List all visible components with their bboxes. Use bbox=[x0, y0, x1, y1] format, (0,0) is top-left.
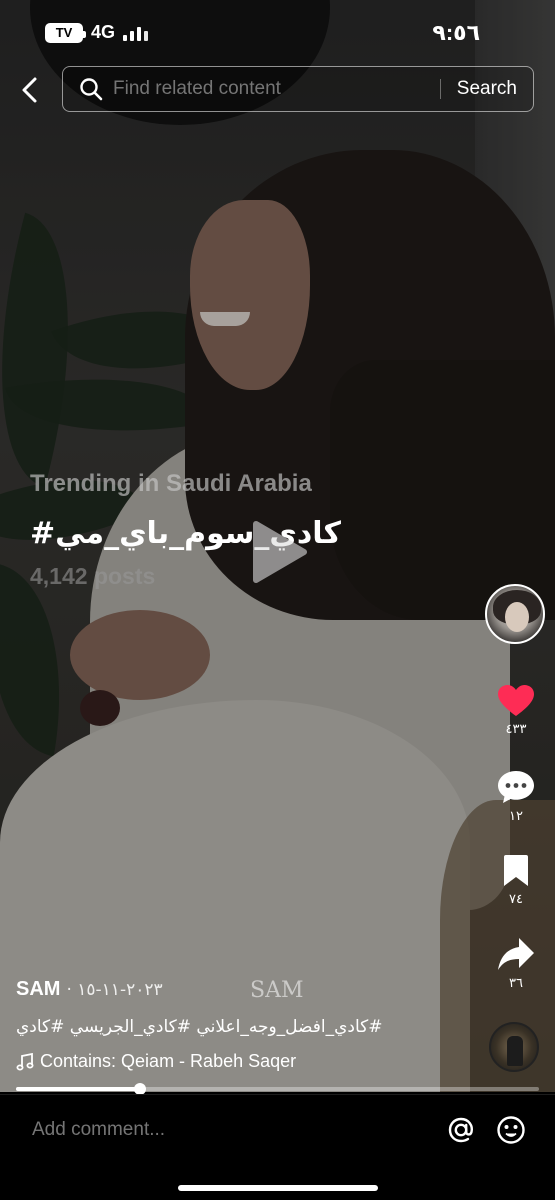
comment-bar bbox=[0, 1094, 555, 1200]
avatar-face bbox=[505, 602, 529, 632]
bookmark-icon bbox=[504, 855, 528, 886]
play-icon[interactable] bbox=[248, 520, 308, 584]
playback-progress[interactable] bbox=[16, 1083, 539, 1095]
search-icon bbox=[80, 78, 103, 101]
search-input[interactable] bbox=[113, 78, 440, 100]
like-count: ٤٣٣ bbox=[505, 722, 527, 737]
post-caption[interactable]: #كادي_افضل_وجه_اعلاني #كادي_الجريسي #كاد… bbox=[16, 1017, 476, 1037]
clock: ٩:٥٦ bbox=[432, 20, 480, 45]
music-title: Contains: Qeiam - Rabeh Saqer bbox=[40, 1051, 297, 1071]
heart-icon bbox=[498, 685, 534, 716]
chevron-left-icon bbox=[22, 77, 37, 103]
status-left: TV 4G bbox=[45, 22, 149, 43]
sound-disc-image bbox=[507, 1036, 523, 1066]
status-bar: TV 4G ٩:٥٦ bbox=[0, 0, 555, 62]
progress-fill bbox=[16, 1087, 140, 1091]
comment-count: ١٢ bbox=[509, 809, 523, 824]
comment-input[interactable] bbox=[32, 1119, 392, 1141]
battery-icon: TV bbox=[45, 22, 86, 43]
emoji-icon[interactable] bbox=[496, 1115, 526, 1145]
at-icon[interactable] bbox=[446, 1115, 476, 1145]
home-indicator[interactable] bbox=[178, 1185, 378, 1191]
comment-action[interactable]: ١٢ bbox=[485, 769, 547, 824]
trending-label: Trending in Saudi Arabia bbox=[30, 470, 312, 497]
sound-disc[interactable] bbox=[489, 1022, 539, 1072]
share-action[interactable]: ٣٦ bbox=[485, 936, 547, 991]
author-name[interactable]: SAM bbox=[16, 978, 60, 1001]
author-row: SAM · ٢٠٢٣-١١-١٥ bbox=[16, 978, 476, 1001]
like-action[interactable]: ٤٣٣ bbox=[485, 684, 547, 737]
save-action[interactable]: ٧٤ bbox=[485, 854, 547, 907]
post-info: SAM · ٢٠٢٣-١١-١٥ #كادي_افضل_وجه_اعلاني #… bbox=[16, 978, 476, 1072]
share-count: ٣٦ bbox=[509, 976, 523, 991]
search-bar[interactable]: Search bbox=[62, 66, 534, 112]
creator-avatar[interactable] bbox=[485, 584, 545, 644]
share-icon bbox=[498, 938, 534, 970]
music-note-icon bbox=[16, 1052, 34, 1070]
search-button[interactable]: Search bbox=[441, 78, 533, 100]
network-type: 4G bbox=[91, 22, 116, 42]
comment-icon bbox=[498, 771, 534, 803]
back-button[interactable] bbox=[14, 73, 46, 107]
save-count: ٧٤ bbox=[509, 892, 523, 907]
music-row[interactable]: Contains: Qeiam - Rabeh Saqer bbox=[16, 1051, 476, 1072]
signal-icon bbox=[123, 25, 149, 41]
post-date: · ٢٠٢٣-١١-١٥ bbox=[66, 980, 163, 1000]
